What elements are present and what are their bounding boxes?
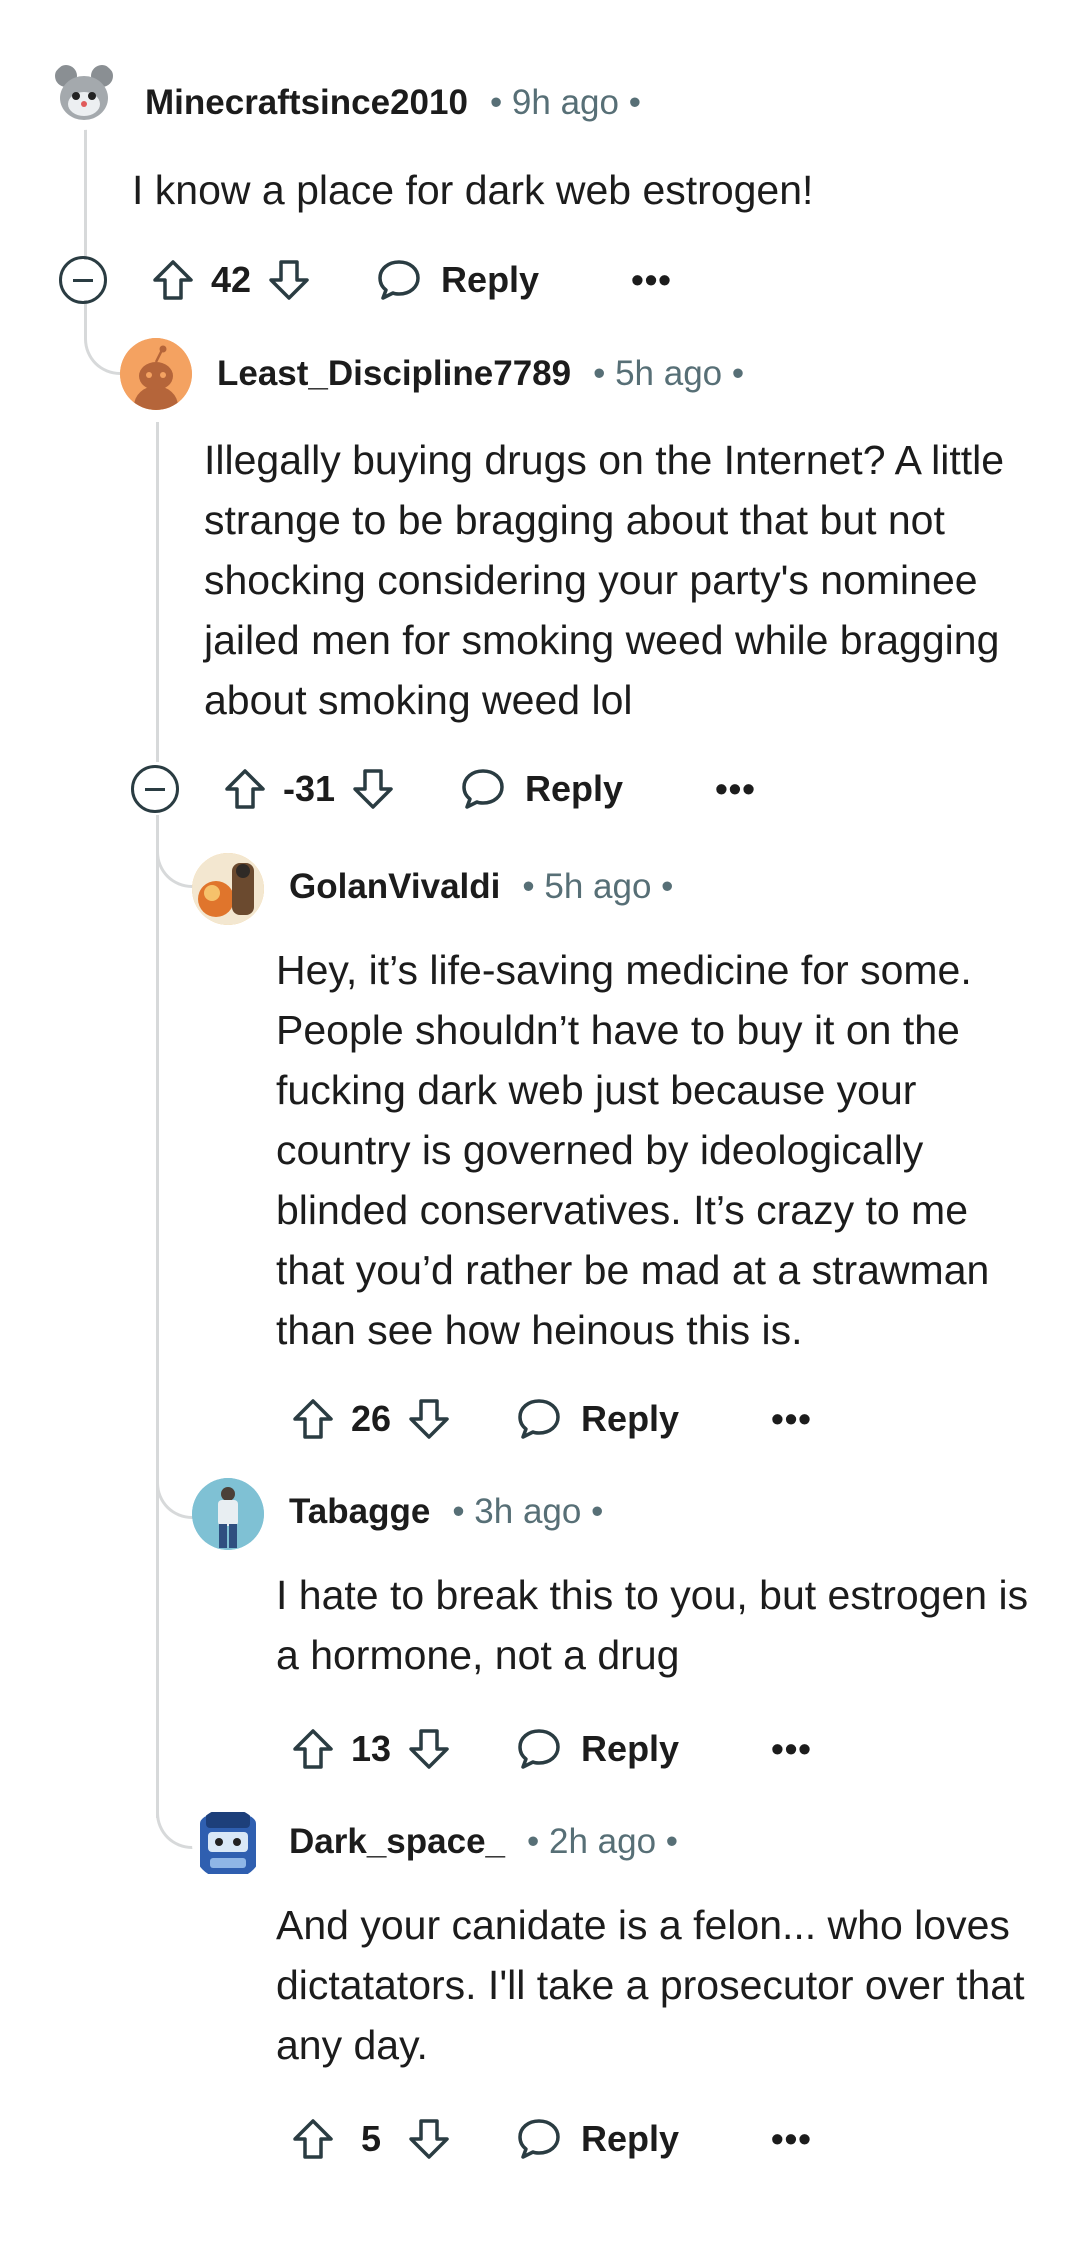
- more-options-button[interactable]: •••: [715, 768, 756, 810]
- username[interactable]: Least_Discipline7789: [217, 354, 571, 394]
- comment-header: Tabagge • 3h ago •: [289, 1476, 603, 1548]
- reply-icon: [375, 256, 423, 304]
- reply-label: Reply: [581, 1398, 680, 1439]
- vote-score: 13: [351, 1728, 392, 1769]
- vote-score: 26: [351, 1398, 392, 1439]
- comment-text: And your canidate is a felon... who love…: [276, 1902, 1025, 2068]
- comment-header: Least_Discipline7789 • 5h ago •: [217, 338, 744, 410]
- reply-icon: [459, 765, 507, 813]
- comment-text: I know a place for dark web estrogen!: [132, 167, 814, 213]
- avatar[interactable]: [192, 853, 264, 925]
- reply-button[interactable]: Reply: [375, 256, 539, 304]
- avatar[interactable]: [192, 1478, 264, 1550]
- reply-button[interactable]: Reply: [515, 1725, 679, 1773]
- comment-actions: 13 Reply •••: [289, 1713, 812, 1785]
- reply-button[interactable]: Reply: [459, 765, 623, 813]
- more-options-button[interactable]: •••: [631, 259, 672, 301]
- more-options-button[interactable]: •••: [771, 1398, 812, 1440]
- vote-score: -31: [283, 768, 336, 809]
- collapse-icon[interactable]: [131, 765, 179, 813]
- comment-actions: -31 Reply •••: [131, 753, 756, 825]
- downvote-icon[interactable]: [405, 1395, 453, 1443]
- vote-score: 42: [211, 259, 252, 300]
- avatar[interactable]: [120, 338, 192, 410]
- reply-label: Reply: [441, 259, 540, 300]
- reply-button[interactable]: Reply: [515, 1395, 679, 1443]
- comment-actions: 26 Reply •••: [289, 1383, 812, 1455]
- reply-icon: [515, 1395, 563, 1443]
- comment-actions: 42 Reply •••: [59, 244, 672, 316]
- comment-actions: 5 Reply •••: [289, 2103, 812, 2175]
- thread-line-1: [84, 125, 87, 260]
- reply-label: Reply: [525, 768, 624, 809]
- thread-line-2b: [156, 818, 159, 1818]
- timestamp: • 9h ago •: [489, 83, 641, 122]
- vote-score: 5: [360, 2118, 382, 2159]
- reply-icon: [515, 2115, 563, 2163]
- upvote-icon[interactable]: [289, 1725, 337, 1773]
- comment-text: Hey, it’s life-saving medicine for some.…: [276, 947, 990, 1353]
- upvote-icon[interactable]: [289, 1395, 337, 1443]
- username[interactable]: Dark_space_: [289, 1822, 505, 1862]
- collapse-icon[interactable]: [59, 256, 107, 304]
- reply-button[interactable]: Reply: [515, 2115, 679, 2163]
- reply-label: Reply: [581, 1728, 680, 1769]
- timestamp: • 5h ago •: [522, 867, 674, 906]
- comment-text: Illegally buying drugs on the Internet? …: [204, 437, 1005, 723]
- username[interactable]: Minecraftsince2010: [145, 83, 468, 123]
- timestamp: • 2h ago •: [527, 1822, 679, 1861]
- reply-icon: [515, 1725, 563, 1773]
- username[interactable]: GolanVivaldi: [289, 867, 500, 907]
- upvote-icon[interactable]: [221, 765, 269, 813]
- more-options-button[interactable]: •••: [771, 2118, 812, 2160]
- comment-text: I hate to break this to you, but estroge…: [276, 1572, 1029, 1678]
- downvote-icon[interactable]: [265, 256, 313, 304]
- more-options-button[interactable]: •••: [771, 1728, 812, 1770]
- upvote-icon[interactable]: [289, 2115, 337, 2163]
- username[interactable]: Tabagge: [289, 1492, 430, 1532]
- reply-label: Reply: [581, 2118, 680, 2159]
- timestamp: • 5h ago •: [593, 354, 745, 393]
- comment-header: GolanVivaldi • 5h ago •: [289, 851, 673, 923]
- comment-header: Dark_space_ • 2h ago •: [289, 1806, 678, 1878]
- timestamp: • 3h ago •: [452, 1492, 604, 1531]
- avatar[interactable]: [192, 1808, 264, 1880]
- downvote-icon[interactable]: [405, 1725, 453, 1773]
- thread-line-2: [156, 422, 159, 762]
- upvote-icon[interactable]: [149, 256, 197, 304]
- thread-elbow-2: [156, 815, 199, 888]
- avatar[interactable]: [48, 58, 120, 130]
- comment-header: Minecraftsince2010 • 9h ago •: [145, 67, 641, 139]
- downvote-icon[interactable]: [349, 765, 397, 813]
- downvote-icon[interactable]: [405, 2115, 453, 2163]
